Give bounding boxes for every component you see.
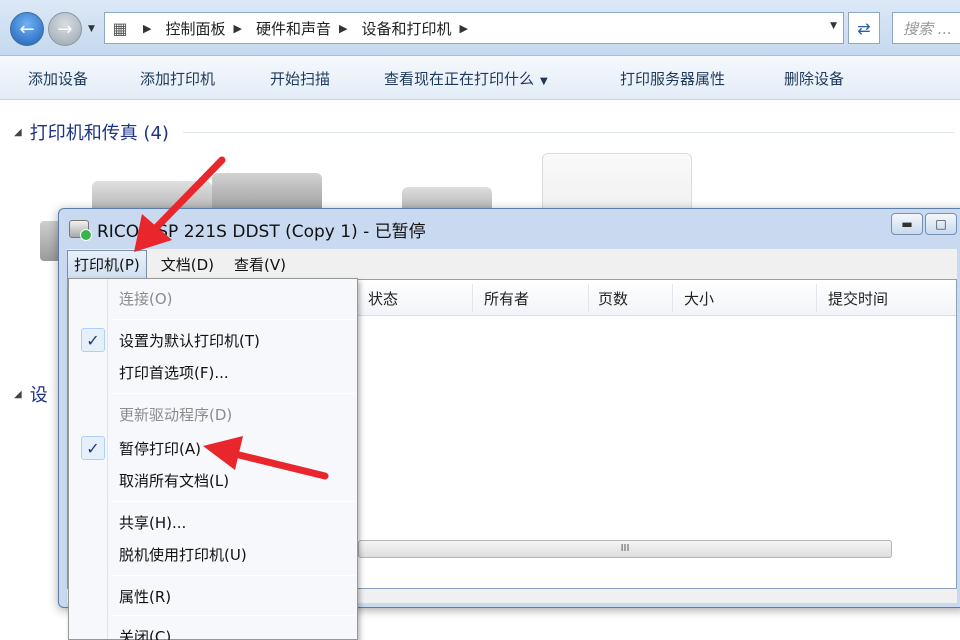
- breadcrumb-item[interactable]: 设备和打印机 ▶: [361, 18, 481, 39]
- address-field[interactable]: ▦ ▶ 控制面板 ▶ 硬件和声音 ▶ 设备和打印机 ▶ ▼: [104, 12, 844, 44]
- start-scan-command[interactable]: 开始扫描: [270, 68, 330, 89]
- breadcrumb-root-chevron[interactable]: ▶: [135, 22, 165, 35]
- annotation-arrow-icon: [203, 436, 329, 480]
- group-divider: [182, 131, 954, 133]
- menu-separator: [111, 393, 355, 394]
- chevron-right-icon: ▶: [459, 21, 468, 35]
- command-label: 查看现在正在打印什么: [384, 70, 535, 88]
- menu-separator: [111, 501, 355, 502]
- menu-item-label: 打印首选项(F)...: [119, 363, 229, 382]
- devices-group-header[interactable]: ◢ 设: [14, 381, 48, 407]
- annotation-arrow-icon: [134, 156, 226, 252]
- add-printer-command[interactable]: 添加打印机: [140, 68, 215, 89]
- column-divider[interactable]: [816, 284, 817, 312]
- menu-item-use-offline[interactable]: 脱机使用打印机(U): [69, 539, 357, 569]
- menu-item-preferences[interactable]: 打印首选项(F)...: [69, 357, 357, 387]
- collapse-triangle-icon[interactable]: ◢: [14, 389, 22, 400]
- window-controls: ▬ □: [891, 213, 957, 235]
- search-input[interactable]: 搜索 ...: [892, 12, 960, 44]
- menu-item-label: 暂停打印(A): [119, 439, 201, 458]
- checkmark-icon: ✓: [81, 328, 105, 352]
- maximize-icon: □: [935, 217, 947, 231]
- minimize-icon: ▬: [901, 217, 913, 231]
- dropdown-caret-icon: ▼: [540, 76, 548, 87]
- menu-item-sharing[interactable]: 共享(H)...: [69, 507, 357, 537]
- column-header-owner[interactable]: 所有者: [484, 288, 529, 309]
- recent-pages-dropdown-icon[interactable]: ▼: [88, 24, 95, 34]
- breadcrumb-item[interactable]: 硬件和声音 ▶: [256, 18, 361, 39]
- menu-item-label: 设置为默认打印机(T): [119, 331, 260, 350]
- menu-item-label: 共享(H)...: [119, 513, 187, 532]
- arrow-right-icon: →: [57, 18, 73, 40]
- chevron-right-icon: ▶: [143, 21, 152, 35]
- collapse-triangle-icon[interactable]: ◢: [14, 127, 22, 138]
- back-button[interactable]: ←: [10, 12, 44, 46]
- column-header-size[interactable]: 大小: [684, 288, 714, 309]
- control-panel-icon: ▦: [112, 18, 128, 38]
- menu-item-update-driver: 更新驱动程序(D): [69, 399, 357, 429]
- refresh-icon: ⇄: [857, 18, 871, 38]
- checkmark-icon: ✓: [81, 436, 105, 460]
- add-device-command[interactable]: 添加设备: [28, 68, 88, 89]
- group-title: 打印机和传真 (4): [29, 123, 169, 144]
- arrow-left-icon: ←: [19, 18, 35, 40]
- menu-item-close[interactable]: 关闭(C): [69, 621, 357, 640]
- breadcrumb-label: 控制面板: [165, 19, 226, 38]
- see-whats-printing-command[interactable]: 查看现在正在打印什么 ▼: [384, 68, 548, 89]
- menu-item-set-default[interactable]: ✓ 设置为默认打印机(T): [69, 325, 357, 355]
- menu-separator: [111, 575, 355, 576]
- command-bar: 添加设备 添加打印机 开始扫描 查看现在正在打印什么 ▼ 打印服务器属性 删除设备: [0, 56, 960, 100]
- refresh-button[interactable]: ⇄: [848, 12, 880, 44]
- column-header-pages[interactable]: 页数: [598, 288, 628, 309]
- horizontal-scrollbar-thumb[interactable]: III: [358, 540, 892, 558]
- chevron-right-icon: ▶: [338, 21, 348, 35]
- forward-button[interactable]: →: [48, 12, 82, 46]
- printer-icon: [69, 220, 92, 241]
- menu-item-connect: 连接(O): [69, 283, 357, 313]
- column-header-submitted[interactable]: 提交时间: [828, 288, 888, 309]
- column-header-status[interactable]: 状态: [368, 288, 398, 309]
- menu-item-label: 连接(O): [119, 289, 173, 308]
- menu-separator: [111, 319, 355, 320]
- menu-separator: [111, 615, 355, 616]
- address-dropdown-icon[interactable]: ▼: [830, 21, 837, 31]
- menu-item-label: 更新驱动程序(D): [119, 405, 233, 424]
- menu-item-label: 属性(R): [119, 587, 172, 606]
- remove-device-command[interactable]: 删除设备: [784, 68, 844, 89]
- column-divider[interactable]: [672, 284, 673, 312]
- column-divider[interactable]: [472, 284, 473, 312]
- column-divider[interactable]: [588, 284, 589, 312]
- breadcrumb-label: 设备和打印机: [361, 19, 452, 38]
- breadcrumb-label: 硬件和声音: [255, 19, 331, 38]
- minimize-button[interactable]: ▬: [891, 213, 923, 235]
- group-title: 设: [29, 385, 48, 406]
- menu-item-label: 关闭(C): [119, 627, 172, 640]
- breadcrumb-item[interactable]: 控制面板 ▶: [165, 18, 255, 39]
- maximize-button[interactable]: □: [925, 213, 957, 235]
- menu-item-properties[interactable]: 属性(R): [69, 581, 357, 611]
- menu-item-label: 脱机使用打印机(U): [119, 545, 247, 564]
- print-server-properties-command[interactable]: 打印服务器属性: [620, 68, 725, 89]
- address-bar-area: ← → ▼ ▦ ▶ 控制面板 ▶ 硬件和声音 ▶ 设备和打印机 ▶ ▼ ⇄ 搜索 ..…: [0, 0, 960, 56]
- printers-fax-group-header[interactable]: ◢ 打印机和传真 (4): [14, 119, 954, 145]
- chevron-right-icon: ▶: [233, 21, 242, 35]
